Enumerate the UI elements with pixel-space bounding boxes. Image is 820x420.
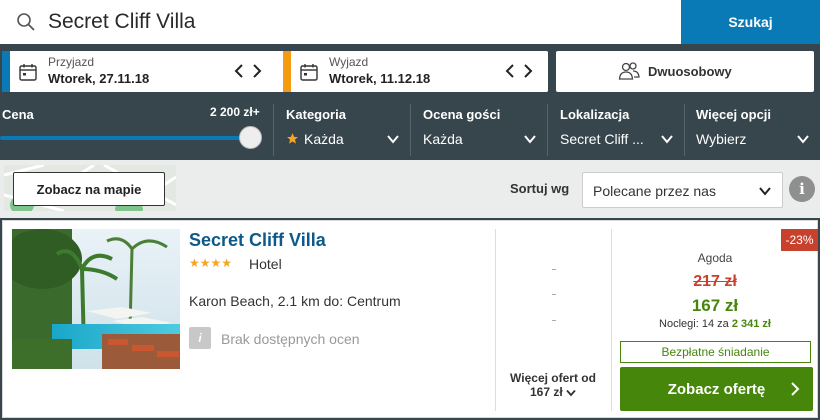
hotel-photo-image [12, 229, 180, 369]
chevron-down-icon[interactable] [796, 132, 810, 146]
category-filter-label: Kategoria [286, 107, 346, 122]
old-price: 217 zł [693, 273, 737, 290]
offer-provider: Agoda [697, 251, 733, 265]
hotel-result-card: Secret Cliff Villa ★★★★ Hotel Karon Beac… [2, 220, 818, 418]
chevron-down-icon[interactable] [660, 132, 674, 146]
more-options-filter-label: Więcej opcji [696, 107, 772, 122]
price-max-value: 2 200 zł+ [210, 105, 260, 119]
date-row: Przyjazd Wtorek, 27.11.18 Wyjazd Wtorek,… [0, 44, 820, 100]
search-input[interactable] [48, 6, 668, 38]
chevron-left-icon[interactable] [503, 62, 517, 80]
view-on-map-button[interactable]: Zobacz na mapie [13, 172, 165, 206]
more-offers-label: Więcej ofert od [510, 371, 596, 385]
hotel-stars: ★★★★ [189, 256, 233, 270]
sort-bar: Zobacz na mapie Sortuj wg Polecane przez… [0, 160, 820, 218]
location-filter-value[interactable]: Secret Cliff ... [560, 131, 644, 147]
placeholder-dash [552, 294, 556, 295]
filter-divider [547, 104, 548, 156]
chevron-down-icon[interactable] [523, 132, 537, 146]
info-icon[interactable]: i [789, 176, 815, 202]
nights-total: 2 341 zł [731, 318, 771, 330]
view-offer-button[interactable]: Zobacz ofertę [620, 367, 813, 411]
hotel-photo[interactable] [12, 229, 180, 369]
category-filter-value[interactable]: Każda [304, 131, 344, 147]
sort-select-value: Polecane przez nas [593, 183, 716, 199]
chevron-right-icon[interactable] [521, 62, 535, 80]
calendar-icon [19, 64, 37, 81]
filter-divider [410, 104, 411, 156]
guest-rating-filter-label: Ocena gości [423, 107, 501, 122]
hotel-type: Hotel [249, 256, 282, 272]
calendar-icon [300, 64, 318, 81]
chevron-right-icon [791, 382, 800, 396]
room-type-value: Dwuosobowy [648, 64, 732, 79]
filter-divider [273, 104, 274, 156]
filter-divider [684, 104, 685, 156]
chevron-down-icon[interactable] [386, 132, 400, 146]
more-offers-price: 167 zł [498, 385, 608, 399]
checkin-accent [2, 51, 10, 92]
chevron-left-icon[interactable] [232, 62, 246, 80]
price-filter-label: Cena [2, 107, 34, 122]
checkin-value: Wtorek, 27.11.18 [48, 71, 150, 86]
checkout-value: Wtorek, 11.12.18 [329, 71, 431, 86]
filter-bar: Cena 2 200 zł+ Kategoria Każda Ocena goś… [0, 100, 820, 160]
star-icon [287, 133, 298, 144]
rating-icon: i [189, 327, 211, 349]
guest-rating-filter-value[interactable]: Każda [423, 131, 463, 147]
sort-select[interactable]: Polecane przez nas [582, 172, 783, 208]
view-offer-label: Zobacz ofertę [667, 380, 766, 398]
chevron-right-icon[interactable] [250, 62, 264, 80]
checkin-label: Przyjazd [48, 55, 95, 69]
discount-badge: -23% [781, 229, 818, 251]
room-type-selector[interactable]: Dwuosobowy [556, 51, 814, 92]
location-filter-label: Lokalizacja [560, 107, 630, 122]
search-bar: Szukaj [0, 0, 820, 44]
more-options-filter-value[interactable]: Wybierz [696, 131, 746, 147]
placeholder-dash [552, 320, 556, 321]
hotel-location: Karon Beach, 2.1 km do: Centrum [189, 293, 401, 309]
checkout-label: Wyjazd [329, 55, 369, 69]
chevron-down-icon [759, 187, 771, 196]
nights-info: Noclegi: 14 za 2 341 zł [659, 318, 771, 330]
checkout-accent [283, 51, 291, 92]
search-button[interactable]: Szukaj [681, 0, 820, 44]
rating-text: Brak dostępnych ocen [221, 331, 360, 347]
checkout-date-picker[interactable]: Wyjazd Wtorek, 11.12.18 [283, 51, 548, 92]
placeholder-dash [552, 269, 556, 270]
current-price: 167 zł [691, 296, 739, 315]
breakfast-badge: Bezpłatne śniadanie [620, 341, 811, 363]
sort-label: Sortuj wg [510, 181, 570, 196]
price-slider-handle[interactable] [239, 126, 262, 149]
more-offers-link[interactable]: Więcej ofert od 167 zł [498, 371, 608, 399]
chevron-down-icon [566, 389, 576, 397]
people-icon [618, 62, 640, 80]
search-icon [17, 13, 35, 31]
column-divider [495, 229, 496, 411]
price-slider-track[interactable] [0, 136, 250, 140]
hotel-name-link[interactable]: Secret Cliff Villa [189, 230, 326, 251]
